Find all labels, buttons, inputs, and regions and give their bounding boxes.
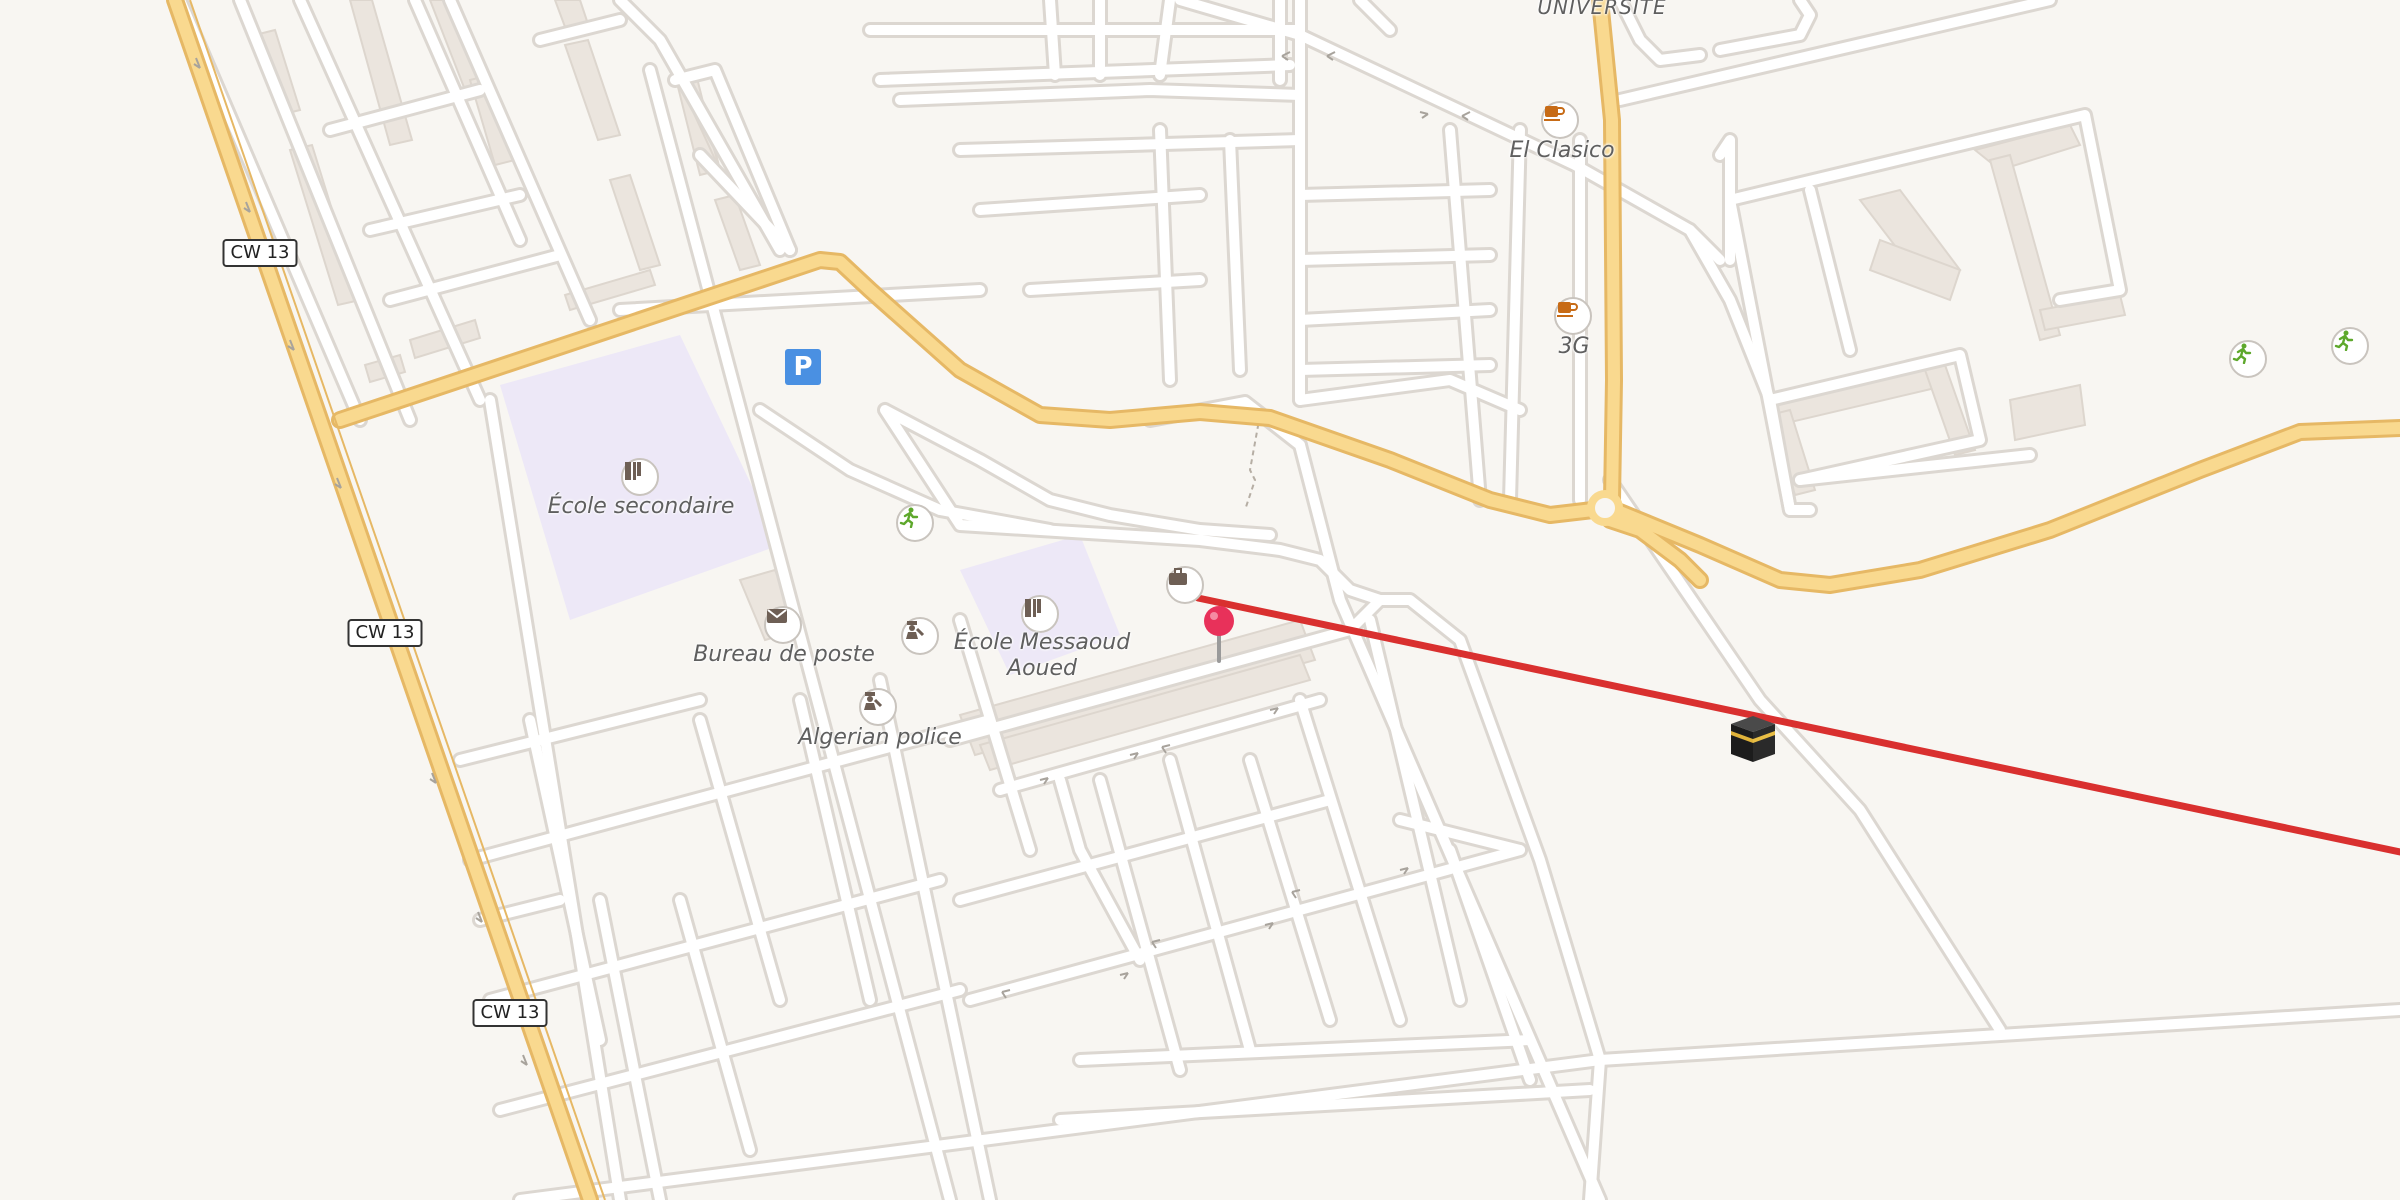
police-icon[interactable] — [901, 617, 939, 655]
envelope-icon[interactable] — [764, 606, 802, 644]
running-person-icon[interactable] — [2229, 340, 2267, 378]
parking-icon[interactable]: P — [785, 349, 821, 385]
school-icon[interactable] — [621, 458, 659, 496]
label-el-clasico: El Clasico — [1509, 138, 1615, 163]
map-base-layer — [166, 0, 2400, 1200]
running-person-icon[interactable] — [2331, 327, 2369, 365]
roundabout — [1587, 490, 1623, 526]
briefcase-icon[interactable] — [1166, 566, 1204, 604]
label-universite: UNIVERSITE — [1537, 0, 1667, 19]
label-algerian-police: Algerian police — [798, 725, 962, 750]
label-3g: 3G — [1558, 334, 1590, 359]
road-shield-cw13: CW 13 — [222, 239, 298, 267]
coffee-cup-icon[interactable] — [1541, 101, 1579, 139]
footpath — [1244, 414, 1261, 511]
qibla-line — [1194, 594, 2400, 856]
label-ecole-messaoud-aoued: École Messaoud Aoued — [953, 630, 1131, 681]
school-icon[interactable] — [1021, 595, 1059, 633]
running-person-icon[interactable] — [896, 504, 934, 542]
label-ecole-secondaire: École secondaire — [547, 494, 735, 519]
coffee-cup-icon[interactable] — [1554, 297, 1592, 335]
map-canvas[interactable]: CW 13 CW 13 CW 13 P UNIVERSITE El Clasic… — [0, 0, 2400, 1200]
police-icon[interactable] — [859, 688, 897, 726]
road-shield-cw13: CW 13 — [347, 619, 423, 647]
label-bureau-de-poste: Bureau de poste — [693, 642, 875, 667]
road-shield-cw13: CW 13 — [472, 999, 548, 1027]
